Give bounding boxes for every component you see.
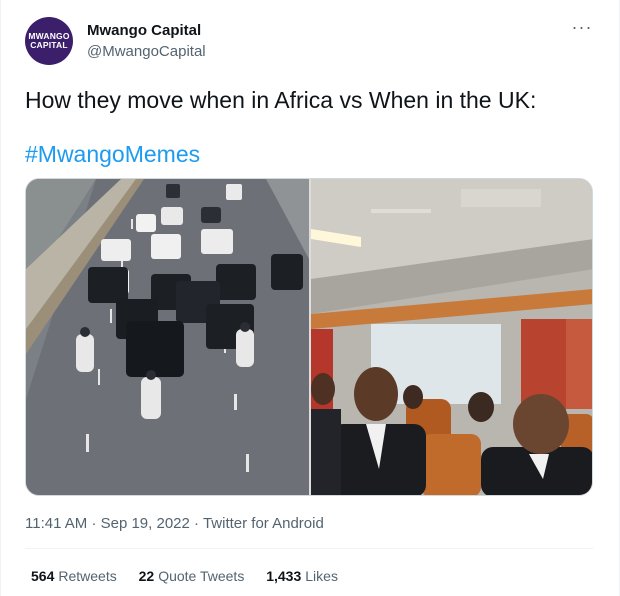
divider: [25, 548, 593, 549]
tweet-time[interactable]: 11:41 AM: [25, 515, 87, 532]
likes-count: 1,433: [266, 568, 302, 584]
tweet-meta: 11:41 AM · Sep 19, 2022 · Twitter for An…: [25, 515, 324, 532]
quote-tweets-count: 22: [138, 568, 155, 584]
retweets-stat[interactable]: 564 Retweets: [31, 568, 117, 584]
tweet-card: MWANGO CAPITAL Mwango Capital @MwangoCap…: [0, 0, 620, 596]
likes-label: Likes: [305, 568, 338, 584]
bus-photo[interactable]: [311, 179, 593, 496]
media-grid: [25, 178, 593, 496]
motorcade-photo[interactable]: [26, 179, 309, 496]
tweet-date[interactable]: Sep 19, 2022: [101, 515, 190, 532]
tweet-text: How they move when in Africa vs When in …: [25, 87, 537, 113]
retweets-label: Retweets: [58, 568, 117, 584]
likes-stat[interactable]: 1,433 Likes: [266, 568, 338, 584]
avatar-text-line2: CAPITAL: [30, 40, 68, 50]
tweet-stats: 564 Retweets 22 Quote Tweets 1,433 Likes: [31, 568, 356, 584]
tweet-source[interactable]: Twitter for Android: [203, 515, 324, 532]
user-handle[interactable]: @MwangoCapital: [87, 43, 206, 60]
hashtag-link[interactable]: #MwangoMemes: [25, 140, 200, 168]
display-name[interactable]: Mwango Capital: [87, 22, 201, 39]
meta-separator: ·: [91, 515, 101, 532]
more-dots-icon[interactable]: ···: [569, 18, 595, 40]
meta-separator: ·: [194, 515, 203, 532]
retweets-count: 564: [31, 568, 55, 584]
quote-tweets-stat[interactable]: 22 Quote Tweets: [139, 568, 245, 584]
avatar[interactable]: MWANGO CAPITAL: [25, 17, 73, 65]
quote-tweets-label: Quote Tweets: [158, 568, 245, 584]
